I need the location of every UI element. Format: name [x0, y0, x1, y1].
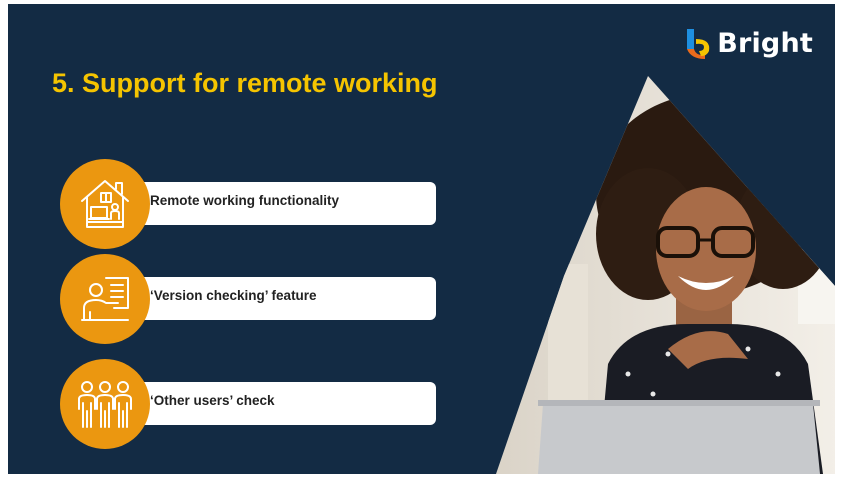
logo-name: Bright — [717, 28, 813, 59]
feature-label: ‘Version checking’ feature — [150, 288, 317, 303]
presentation-icon — [81, 277, 129, 321]
feature-icon-circle — [60, 254, 150, 344]
feature-icon-circle — [60, 359, 150, 449]
feature-other-users: ‘Other users’ check — [60, 359, 436, 449]
home-office-icon — [81, 180, 129, 228]
slide-title: 5. Support for remote working — [52, 68, 438, 98]
bright-logo: Bright — [685, 28, 813, 59]
feature-label: ‘Other users’ check — [150, 393, 275, 408]
feature-remote-working: Remote working functionality — [60, 159, 436, 249]
slide: Bright 5. Support for remote working Rem… — [8, 4, 835, 474]
bright-logo-icon — [687, 28, 710, 59]
feature-icon-circle — [60, 159, 150, 249]
feature-version-checking: ‘Version checking’ feature — [60, 254, 436, 344]
team-icon — [78, 381, 132, 428]
feature-label: Remote working functionality — [150, 193, 340, 208]
